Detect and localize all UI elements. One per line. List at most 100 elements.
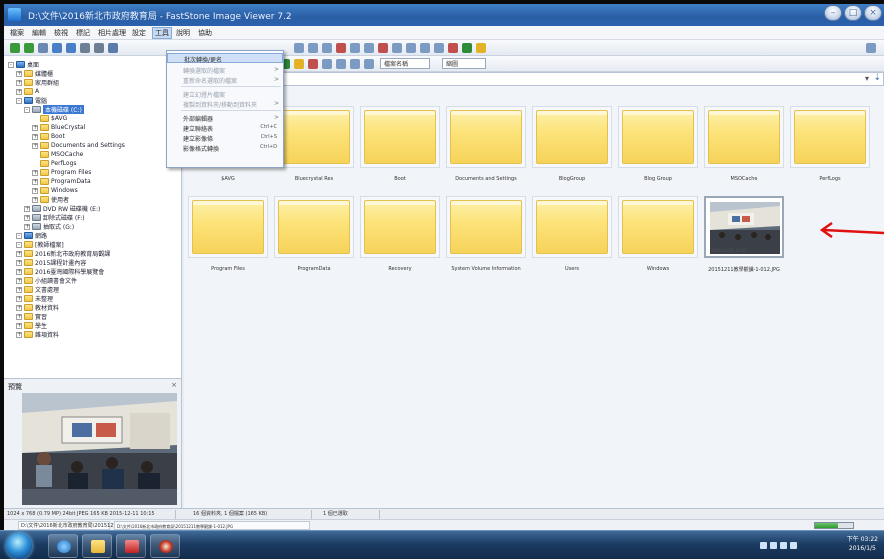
- tree-item[interactable]: + 家用群組: [16, 78, 59, 87]
- folder-thumbnail[interactable]: Documents and Settings: [446, 106, 526, 196]
- menu-support[interactable]: 協助: [198, 28, 212, 38]
- thumbnail-grid[interactable]: $AVG Bluecrystal Res Boot Documents and Set…: [184, 86, 884, 508]
- expand-icon[interactable]: +: [32, 187, 38, 194]
- taskbar-clock[interactable]: 下午 03:22 2016/1/5: [847, 535, 878, 553]
- path-dropdown-icon[interactable]: ▾: [865, 74, 869, 83]
- new-folder-icon[interactable]: [294, 59, 304, 69]
- select-icon[interactable]: [108, 43, 118, 53]
- tools-menu-item[interactable]: 外部編輯器 >: [167, 113, 283, 123]
- sort-dropdown[interactable]: 檔案名稱: [380, 58, 430, 69]
- expand-icon[interactable]: +: [32, 124, 38, 131]
- print-icon[interactable]: [392, 43, 402, 53]
- menu-file[interactable]: 檔案: [10, 28, 24, 38]
- tree-item[interactable]: - 網路: [16, 231, 47, 240]
- go-icon[interactable]: ⇣: [873, 73, 881, 83]
- folder-thumbnail[interactable]: ProgramData: [274, 196, 354, 286]
- tree-item[interactable]: + Documents and Settings: [32, 141, 125, 150]
- save-icon[interactable]: [38, 43, 48, 53]
- rotate-icon[interactable]: [94, 43, 104, 53]
- expand-icon[interactable]: +: [16, 286, 22, 293]
- tree-item[interactable]: + BlueCrystal: [32, 123, 85, 132]
- flag-icon[interactable]: [780, 542, 787, 549]
- taskbar-ie[interactable]: [48, 534, 78, 558]
- expand-icon[interactable]: +: [16, 250, 22, 257]
- folder-thumbnail[interactable]: Boot: [360, 106, 440, 196]
- collapse-icon[interactable]: -: [24, 106, 30, 113]
- refresh-icon[interactable]: [52, 43, 62, 53]
- tree-item[interactable]: + Program Files: [32, 168, 91, 177]
- expand-icon[interactable]: +: [16, 313, 22, 320]
- tools-menu-item[interactable]: 批次轉換/更名: [167, 53, 283, 64]
- tree-item[interactable]: + 學生: [16, 321, 47, 330]
- tree-item[interactable]: + 未整理: [16, 294, 53, 303]
- remove-icon[interactable]: [308, 59, 318, 69]
- tree-item[interactable]: + ProgramData: [32, 177, 91, 186]
- tree-item[interactable]: +2015課程計畫內容: [16, 258, 86, 267]
- layout-icon[interactable]: [866, 43, 876, 53]
- filter-icon[interactable]: [336, 59, 346, 69]
- folder-thumbnail[interactable]: System Volume Information: [446, 196, 526, 286]
- compare-icon[interactable]: [420, 43, 430, 53]
- details-icon[interactable]: [322, 59, 332, 69]
- delete-icon[interactable]: [336, 43, 346, 53]
- star-icon[interactable]: [476, 43, 486, 53]
- options-icon[interactable]: [350, 59, 360, 69]
- tools-menu-item[interactable]: 建立幻燈片檔案: [167, 89, 283, 99]
- expand-icon[interactable]: +: [16, 70, 22, 77]
- expand-icon[interactable]: +: [16, 322, 22, 329]
- expand-icon[interactable]: +: [24, 205, 30, 212]
- tree-item[interactable]: + Boot: [32, 132, 65, 141]
- wallpaper-icon[interactable]: [434, 43, 444, 53]
- folder-thumbnail[interactable]: MSOCache: [704, 106, 784, 196]
- menu-view[interactable]: 檢視: [54, 28, 68, 38]
- menu-photo[interactable]: 相片處理: [98, 28, 126, 38]
- minimize-button[interactable]: –: [824, 5, 842, 21]
- tree-item[interactable]: + 抽取式 (G:): [24, 222, 74, 231]
- tools-menu-item[interactable]: 重新命名選取的檔案 >: [167, 75, 283, 85]
- folder-thumbnail[interactable]: Blog Group: [618, 106, 698, 196]
- expand-icon[interactable]: +: [32, 133, 38, 140]
- tree-item[interactable]: +2016新北市政府教育局觀課: [16, 249, 110, 258]
- folder-thumbnail[interactable]: BlogGroup: [532, 106, 612, 196]
- folder-thumbnail[interactable]: Users: [532, 196, 612, 286]
- photo-thumbnail[interactable]: 2015/12/11 10:15 20151211教學觀課-1-012.JPG: [704, 196, 784, 286]
- info-icon[interactable]: [364, 59, 374, 69]
- expand-icon[interactable]: +: [32, 196, 38, 203]
- expand-icon[interactable]: +: [16, 277, 22, 284]
- tree-item[interactable]: + A: [16, 87, 39, 96]
- network-icon[interactable]: [760, 542, 767, 549]
- expand-icon[interactable]: +: [16, 304, 22, 311]
- folder-thumbnail[interactable]: Bluecrystal Res: [274, 106, 354, 196]
- copy-icon[interactable]: [350, 43, 360, 53]
- tree-item[interactable]: - [教師檔案]: [16, 240, 64, 249]
- tree-item[interactable]: + 文書處理: [16, 285, 59, 294]
- thumb-size-icon[interactable]: [294, 43, 304, 53]
- tree-item[interactable]: + Windows: [32, 186, 78, 195]
- folder-thumbnail[interactable]: PerfLogs: [790, 106, 870, 196]
- taskbar-media[interactable]: [116, 534, 146, 558]
- menu-tools[interactable]: 工具: [152, 27, 172, 39]
- preview-close-button[interactable]: ×: [171, 381, 177, 389]
- menu-tag[interactable]: 標記: [76, 28, 90, 38]
- collapse-icon[interactable]: -: [16, 232, 22, 239]
- view-dropdown[interactable]: 縮圖: [442, 58, 486, 69]
- tree-item[interactable]: - 電腦: [16, 96, 47, 105]
- expand-icon[interactable]: +: [24, 223, 30, 230]
- tools-menu-item[interactable]: 影像格式轉換 Ctrl+D: [167, 143, 283, 153]
- volume-icon[interactable]: [770, 542, 777, 549]
- slideshow-icon[interactable]: [406, 43, 416, 53]
- tree-item[interactable]: - 本機磁碟 (C:): [24, 105, 84, 114]
- menu-settings[interactable]: 設定: [132, 28, 146, 38]
- ime-icon[interactable]: [790, 542, 797, 549]
- favorite-icon[interactable]: [462, 43, 472, 53]
- tree-item[interactable]: +2016臺灣國際科學展覽會: [16, 267, 104, 276]
- expand-icon[interactable]: +: [16, 79, 22, 86]
- menu-edit[interactable]: 編輯: [32, 28, 46, 38]
- expand-icon[interactable]: +: [16, 295, 22, 302]
- taskbar-faststone[interactable]: [150, 534, 180, 558]
- tools-menu-item[interactable]: 建立聯絡表 Ctrl+C: [167, 123, 283, 133]
- folder-thumbnail[interactable]: Windows: [618, 196, 698, 286]
- tree-item[interactable]: + 雜項資料: [16, 330, 59, 339]
- expand-icon[interactable]: +: [32, 169, 38, 176]
- path-input[interactable]: ▾ ⇣: [184, 72, 884, 86]
